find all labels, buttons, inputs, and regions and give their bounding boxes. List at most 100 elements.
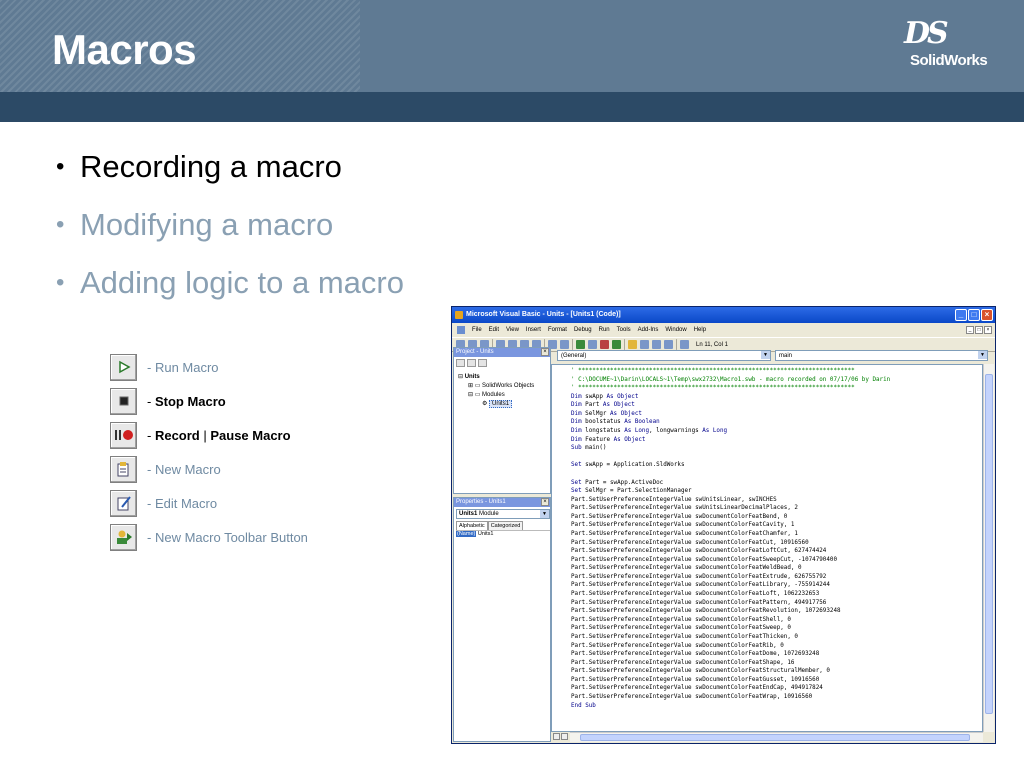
code-line[interactable]: Part.SetUserPreferenceIntegerValue swDoc…: [571, 676, 982, 685]
procedure-view-icon[interactable]: [553, 733, 560, 740]
close-icon[interactable]: ×: [541, 348, 549, 356]
property-key[interactable]: (Name): [456, 531, 477, 537]
code-editor[interactable]: ' **************************************…: [551, 364, 983, 732]
properties-object-select[interactable]: Units1 Module ▼: [456, 509, 550, 519]
chevron-down-icon[interactable]: ▼: [761, 351, 770, 359]
code-line[interactable]: Dim Part As Object: [571, 401, 982, 410]
menu-help[interactable]: Help: [694, 327, 706, 333]
code-line[interactable]: Part.SetUserPreferenceIntegerValue swDoc…: [571, 642, 982, 651]
maximize-icon[interactable]: □: [968, 309, 980, 321]
legend-label: - Stop Macro: [147, 393, 226, 409]
code-line[interactable]: Part.SetUserPreferenceIntegerValue swDoc…: [571, 616, 982, 625]
toggle-folders-icon[interactable]: [478, 359, 487, 367]
code-line[interactable]: Part.SetUserPreferenceIntegerValue swDoc…: [571, 659, 982, 668]
code-line[interactable]: Part.SetUserPreferenceIntegerValue swDoc…: [571, 581, 982, 590]
bullet-item: • Recording a macro: [56, 149, 342, 184]
reset-icon[interactable]: [600, 340, 609, 349]
full-module-view-icon[interactable]: [561, 733, 568, 740]
code-line[interactable]: Dim swApp As Object: [571, 393, 982, 402]
code-line[interactable]: Sub main(): [571, 444, 982, 453]
vb-menubar: File Edit View Insert Format Debug Run T…: [452, 324, 995, 336]
menu-addins[interactable]: Add-Ins: [638, 327, 659, 333]
chevron-down-icon[interactable]: ▼: [978, 351, 987, 359]
menu-window[interactable]: Window: [665, 327, 686, 333]
tree-modules[interactable]: ⊟ ▭ Modules: [458, 391, 534, 400]
vertical-scrollbar[interactable]: [983, 364, 994, 732]
code-line[interactable]: End Sub: [571, 702, 982, 711]
code-line[interactable]: Part.SetUserPreferenceIntegerValue swDoc…: [571, 521, 982, 530]
menu-insert[interactable]: Insert: [526, 327, 541, 333]
redo-icon[interactable]: [560, 340, 569, 349]
code-line[interactable]: Part.SetUserPreferenceIntegerValue swDoc…: [571, 530, 982, 539]
code-line[interactable]: Part.SetUserPreferenceIntegerValue swDoc…: [571, 650, 982, 659]
menu-debug[interactable]: Debug: [574, 327, 592, 333]
property-value[interactable]: Units1: [478, 531, 494, 537]
code-line[interactable]: Part.SetUserPreferenceIntegerValue swDoc…: [571, 599, 982, 608]
object-browser-icon[interactable]: [652, 340, 661, 349]
code-line[interactable]: Part.SetUserPreferenceIntegerValue swDoc…: [571, 547, 982, 556]
minimize-icon[interactable]: _: [955, 309, 967, 321]
code-line[interactable]: Part.SetUserPreferenceIntegerValue swUni…: [571, 504, 982, 513]
break-icon[interactable]: [588, 340, 597, 349]
code-line[interactable]: Part.SetUserPreferenceIntegerValue swDoc…: [571, 633, 982, 642]
code-line[interactable]: Set SelMgr = Part.SelectionManager: [571, 487, 982, 496]
code-line[interactable]: Dim Feature As Object: [571, 436, 982, 445]
code-line[interactable]: ' **************************************…: [571, 384, 982, 393]
mdi-close-icon[interactable]: ×: [984, 326, 992, 334]
new-macro-toolbar-button-icon: [110, 523, 137, 551]
menu-run[interactable]: Run: [599, 327, 610, 333]
code-line[interactable]: Set Part = swApp.ActiveDoc: [571, 479, 982, 488]
help-icon[interactable]: [680, 340, 689, 349]
properties-window-icon[interactable]: [640, 340, 649, 349]
code-line[interactable]: Dim longstatus As Long, longwarnings As …: [571, 427, 982, 436]
mdi-minimize-icon[interactable]: _: [966, 326, 974, 334]
solidworks-logo: DS SolidWorks: [896, 16, 992, 76]
horizontal-scrollbar[interactable]: [570, 732, 983, 742]
code-line[interactable]: [571, 470, 982, 479]
menu-view[interactable]: View: [506, 327, 519, 333]
project-pane-toolbar: [456, 359, 487, 367]
toolbox-icon[interactable]: [664, 340, 673, 349]
tree-objects[interactable]: ⊞ ▭ SolidWorks Objects: [458, 382, 534, 391]
menu-file[interactable]: File: [472, 327, 482, 333]
close-icon[interactable]: ×: [981, 309, 993, 321]
object-combo[interactable]: (General) ▼: [557, 350, 771, 361]
legend-label: - Record | Pause Macro: [147, 427, 291, 443]
code-line[interactable]: Dim boolstatus As Boolean: [571, 418, 982, 427]
code-line[interactable]: Part.SetUserPreferenceIntegerValue swDoc…: [571, 573, 982, 582]
code-line[interactable]: Part.SetUserPreferenceIntegerValue swDoc…: [571, 684, 982, 693]
code-line[interactable]: Part.SetUserPreferenceIntegerValue swDoc…: [571, 624, 982, 633]
menu-edit[interactable]: Edit: [489, 327, 499, 333]
code-line[interactable]: Part.SetUserPreferenceIntegerValue swUni…: [571, 496, 982, 505]
code-line[interactable]: Dim SelMgr As Object: [571, 410, 982, 419]
code-line[interactable]: ' **************************************…: [571, 367, 982, 376]
code-line[interactable]: Set swApp = Application.SldWorks: [571, 461, 982, 470]
code-line[interactable]: Part.SetUserPreferenceIntegerValue swDoc…: [571, 590, 982, 599]
chevron-down-icon[interactable]: ▼: [540, 510, 549, 518]
code-line[interactable]: Part.SetUserPreferenceIntegerValue swDoc…: [571, 539, 982, 548]
run-icon[interactable]: [576, 340, 585, 349]
code-line[interactable]: Part.SetUserPreferenceIntegerValue swDoc…: [571, 513, 982, 522]
project-explorer-icon[interactable]: [628, 340, 637, 349]
mdi-restore-icon[interactable]: □: [975, 326, 983, 334]
view-object-icon[interactable]: [467, 359, 476, 367]
tree-root[interactable]: ⊟ Units: [458, 373, 534, 382]
scroll-thumb[interactable]: [985, 374, 993, 714]
view-code-icon[interactable]: [456, 359, 465, 367]
close-icon[interactable]: ×: [541, 498, 549, 506]
code-line[interactable]: Part.SetUserPreferenceIntegerValue swDoc…: [571, 667, 982, 676]
menu-format[interactable]: Format: [548, 327, 567, 333]
code-line[interactable]: Part.SetUserPreferenceIntegerValue swDoc…: [571, 607, 982, 616]
code-line[interactable]: [571, 453, 982, 462]
code-line[interactable]: Part.SetUserPreferenceIntegerValue swDoc…: [571, 564, 982, 573]
code-line[interactable]: ' C:\DOCUME~1\Darin\LOCALS~1\Temp\swx273…: [571, 376, 982, 385]
tree-module-item[interactable]: ⚙ Units1: [458, 400, 534, 409]
slide-title: Macros: [52, 26, 197, 73]
design-mode-icon[interactable]: [612, 340, 621, 349]
scroll-thumb[interactable]: [580, 734, 970, 741]
project-pane-title: Project - Units ×: [454, 348, 550, 357]
procedure-combo[interactable]: main ▼: [775, 350, 988, 361]
menu-tools[interactable]: Tools: [617, 327, 631, 333]
code-line[interactable]: Part.SetUserPreferenceIntegerValue swDoc…: [571, 693, 982, 702]
code-line[interactable]: Part.SetUserPreferenceIntegerValue swDoc…: [571, 556, 982, 565]
